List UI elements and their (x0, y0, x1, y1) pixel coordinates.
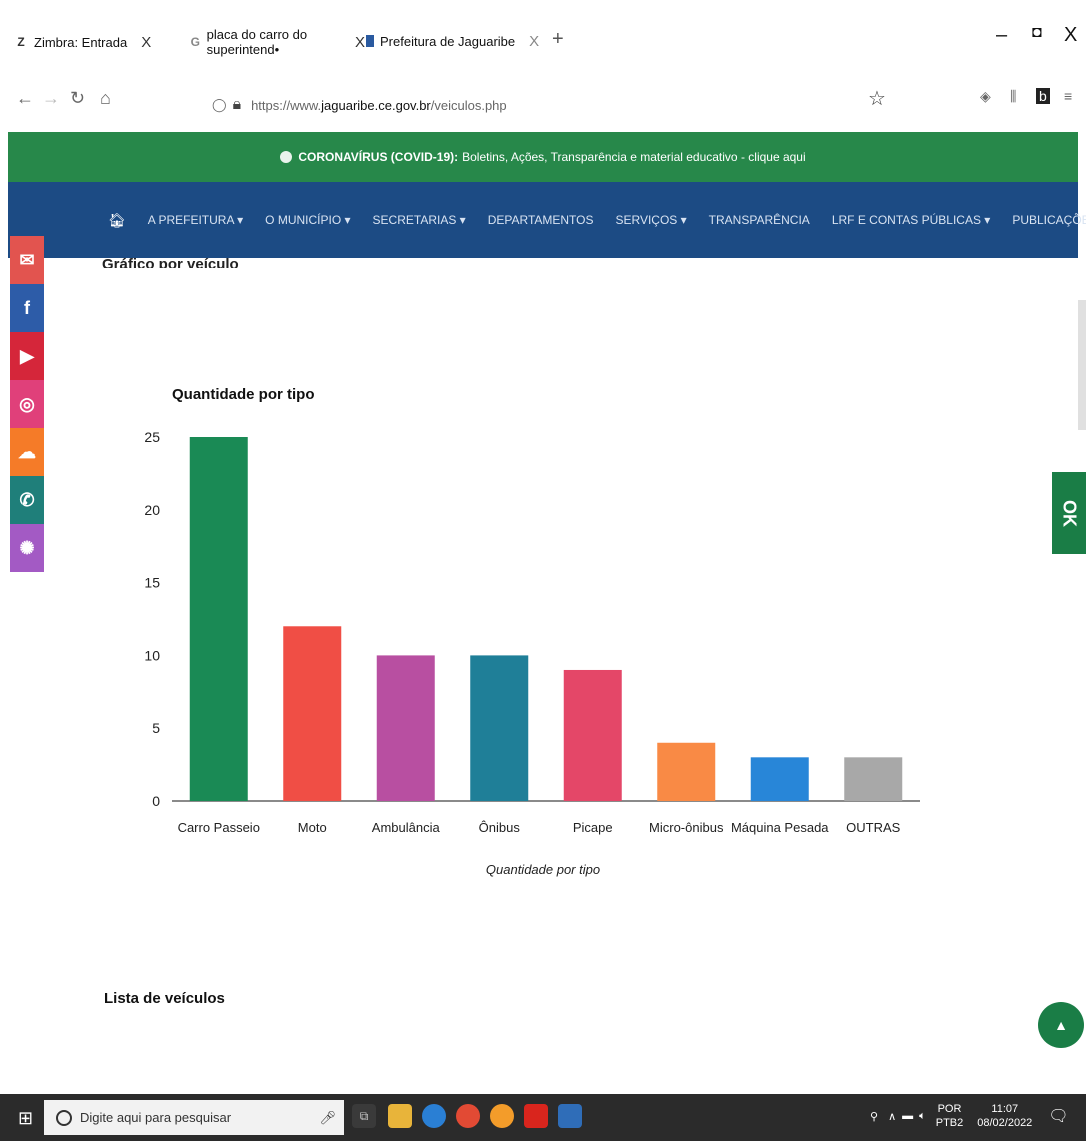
x-tick-label: Carro Passeio (178, 820, 260, 835)
y-tick-label: 0 (152, 793, 160, 809)
x-tick-label: Micro-ônibus (649, 820, 724, 835)
microphone-icon[interactable]: 🎤︎ (319, 1110, 336, 1126)
taskbar-search-placeholder: Digite aqui para pesquisar (80, 1110, 232, 1125)
volume-icon[interactable]: 🔈︎ (919, 1110, 926, 1123)
x-tick-label: Máquina Pesada (731, 820, 829, 835)
network-icon[interactable]: ▬ (902, 1110, 913, 1122)
bar-moto[interactable] (283, 626, 342, 801)
y-tick-label: 25 (144, 429, 160, 445)
x-tick-label: Ambulância (372, 820, 441, 835)
tray-chevron-icon[interactable]: ∧ (888, 1110, 896, 1123)
x-tick-label: Ônibus (479, 820, 521, 835)
language-indicator[interactable]: POR PTB2 (936, 1102, 964, 1130)
bar-micro-ônibus[interactable] (657, 742, 716, 801)
bar-carro-passeio[interactable] (189, 437, 248, 801)
vehicle-list-heading: Lista de veículos (104, 990, 225, 1007)
lang-bottom: PTB2 (935, 1117, 964, 1129)
bar-picape[interactable] (563, 669, 622, 801)
system-tray: ⚲ ∧ ▬ 🔈︎ POR PTB2 11:07 08/02/2022 🗨︎ (870, 1102, 1069, 1130)
task-view-icon[interactable]: ⧉ (352, 1104, 376, 1128)
edge-icon[interactable] (422, 1104, 446, 1128)
acrobat-icon[interactable] (524, 1104, 548, 1128)
x-tick-label: OUTRAS (846, 820, 901, 835)
cortana-icon (56, 1109, 72, 1126)
bar-máquina-pesada[interactable] (750, 757, 809, 801)
clock-date: 08/02/2022 (977, 1117, 1033, 1129)
bar-outras[interactable] (844, 757, 903, 801)
notifications-icon[interactable]: 🗨︎ (1048, 1106, 1068, 1126)
y-tick-label: 5 (152, 720, 160, 736)
lang-top: POR (937, 1103, 962, 1115)
y-tick-label: 15 (144, 575, 160, 591)
y-tick-label: 10 (144, 647, 160, 663)
back-to-top-button[interactable]: ▲ (1038, 1002, 1084, 1048)
taskbar-search[interactable]: Digite aqui para pesquisar 🎤︎ (44, 1100, 344, 1135)
windows-taskbar: ⊞ Digite aqui para pesquisar 🎤︎ ⧉ ⚲ ∧ ▬ … (0, 1094, 1086, 1141)
odnoklassniki-icon[interactable]: OK (1052, 472, 1086, 554)
bar-ônibus[interactable] (470, 655, 529, 801)
x-tick-label: Moto (298, 820, 327, 835)
people-icon[interactable]: ⚲ (870, 1110, 878, 1123)
clock-time: 11:07 (991, 1103, 1019, 1115)
x-tick-label: Picape (573, 820, 613, 835)
y-tick-label: 20 (144, 502, 160, 518)
file-explorer-icon[interactable] (388, 1104, 412, 1128)
bar-chart: 0 5 10 15 20 25 Carro Passeio Moto Ambulância Ôni… (144, 429, 920, 835)
scrollbar[interactable] (1078, 300, 1086, 430)
chart-x-axis-label: Quantidade por tipo (485, 862, 601, 877)
chrome-icon[interactable] (456, 1104, 480, 1128)
firefox-icon[interactable] (490, 1104, 514, 1128)
windows-start-icon[interactable]: ⊞ (18, 1108, 33, 1129)
word-icon[interactable] (558, 1104, 582, 1128)
clock[interactable]: 11:07 08/02/2022 (977, 1102, 1032, 1130)
bar-ambulância[interactable] (376, 655, 435, 801)
